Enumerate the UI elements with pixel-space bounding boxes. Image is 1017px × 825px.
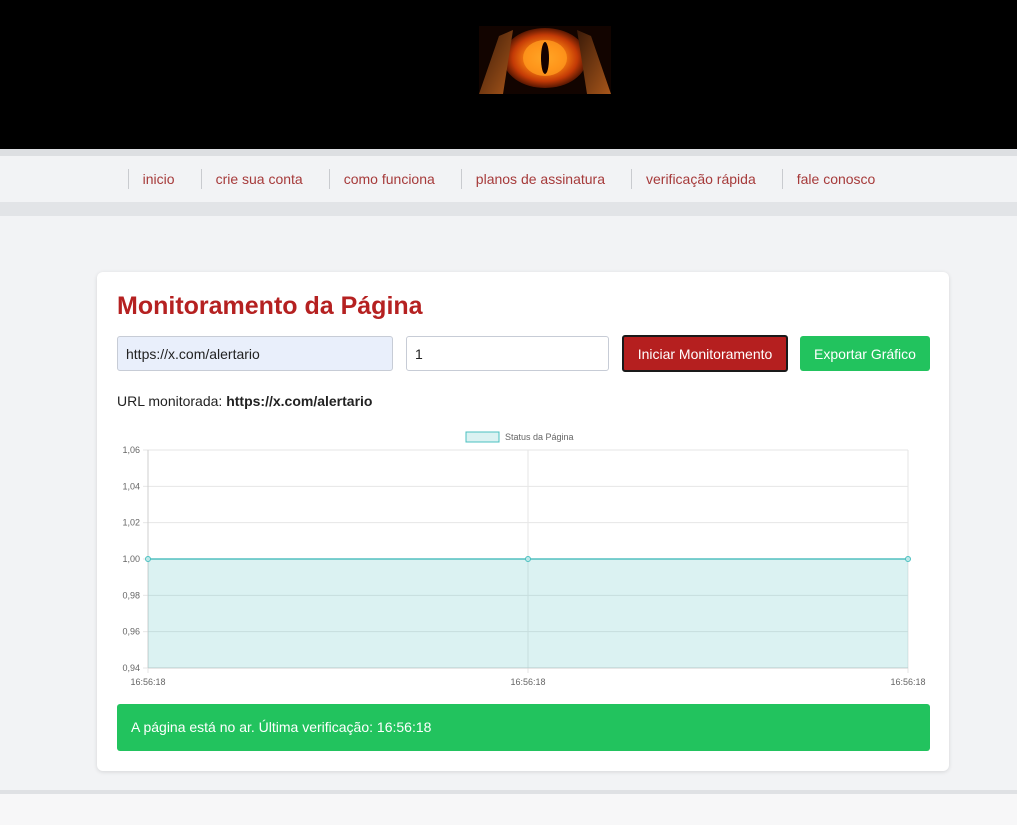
status-chart-svg: 1,06 1,04 1,02 1,00 0,98 0,96 0,94 16:56:18 16:5… [122,431,926,687]
y-tick-label: 1,00 [122,554,140,564]
x-tick-label: 16:56:18 [510,677,545,687]
page-title: Monitoramento da Página [117,292,423,320]
nav-item-crie-sua-conta[interactable]: crie sua conta [200,169,317,189]
data-point [525,556,531,562]
y-tick-label: 1,02 [122,518,140,528]
nav-item-como-funciona[interactable]: como funciona [328,169,449,189]
data-point [905,556,911,562]
monitoring-card: Monitoramento da Página Iniciar Monitora… [97,272,949,771]
export-chart-button[interactable]: Exportar Gráfico [800,336,930,371]
interval-input[interactable] [406,336,609,371]
nav-top-border [0,149,1017,156]
monitored-url-line: URL monitorada: https://x.com/alertario [117,393,372,409]
status-chart: 1,06 1,04 1,02 1,00 0,98 0,96 0,94 16:56:18 16:5… [97,422,949,692]
main-navigation: inicio crie sua conta como funciona plan… [0,156,1017,202]
series-area-fill [148,559,908,668]
nav-item-inicio[interactable]: inicio [127,169,189,189]
legend-swatch [465,431,500,443]
y-tick-label: 0,94 [122,663,140,673]
x-tick-label: 16:56:18 [890,677,925,687]
nav-item-verificacao-rapida[interactable]: verificação rápida [631,169,770,189]
nav-bottom-border [0,202,1017,216]
y-tick-label: 1,04 [122,481,140,491]
nav-item-fale-conosco[interactable]: fale conosco [781,169,890,189]
url-input[interactable] [117,336,393,371]
start-monitoring-button[interactable]: Iniciar Monitoramento [622,335,788,372]
monitored-url-label: URL monitorada: [117,393,223,409]
eye-of-sauron-logo-icon [479,26,611,94]
monitored-url-value: https://x.com/alertario [226,393,373,409]
y-tick-label: 0,96 [122,627,140,637]
site-header [0,0,1017,149]
data-point [145,556,151,562]
status-banner: A página está no ar. Última verificação:… [117,704,930,751]
eye-logo[interactable] [479,26,611,94]
legend-label: Status da Página [505,432,574,442]
footer [0,794,1017,825]
y-tick-label: 1,06 [122,445,140,455]
x-tick-label: 16:56:18 [130,677,165,687]
nav-item-planos-de-assinatura[interactable]: planos de assinatura [460,169,619,189]
y-tick-label: 0,98 [122,590,140,600]
